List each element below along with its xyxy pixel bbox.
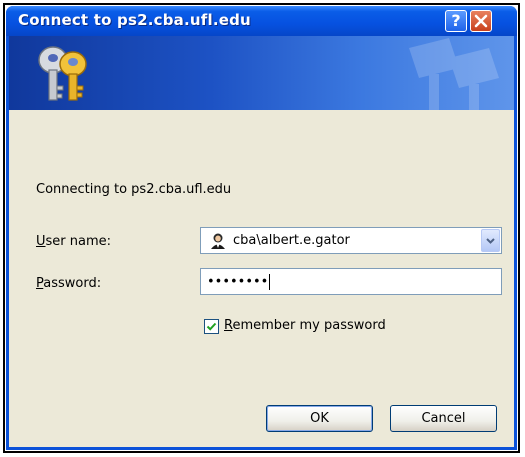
connecting-text: Connecting to ps2.cba.ufl.edu xyxy=(36,182,232,197)
keys-watermark-icon xyxy=(409,38,499,110)
user-icon xyxy=(211,233,225,249)
text-caret xyxy=(269,274,271,290)
dialog-form: Connecting to ps2.cba.ufl.edu User name:… xyxy=(9,110,514,447)
help-button[interactable]: ? xyxy=(445,10,467,32)
password-label-text: assword: xyxy=(43,276,102,291)
cancel-button[interactable]: Cancel xyxy=(390,405,497,432)
password-label: Password: xyxy=(36,276,101,291)
remember-password-label[interactable]: Remember my password xyxy=(224,318,386,333)
connect-dialog: Connect to ps2.cba.ufl.edu ? Connecting … xyxy=(6,6,517,450)
user-name-value: cba\albert.e.gator xyxy=(233,233,350,248)
dialog-client-area: Connecting to ps2.cba.ufl.edu User name:… xyxy=(9,36,514,447)
title-bar[interactable]: Connect to ps2.cba.ufl.edu ? xyxy=(6,6,517,36)
chevron-down-icon xyxy=(486,238,495,244)
window-title: Connect to ps2.cba.ufl.edu xyxy=(18,11,251,29)
help-icon: ? xyxy=(451,11,461,30)
user-name-label-accel: U xyxy=(36,234,46,249)
keys-icon xyxy=(38,46,87,101)
user-name-label: User name: xyxy=(36,234,111,249)
user-name-dropdown-button[interactable] xyxy=(481,229,500,252)
password-value: •••••••• xyxy=(207,274,271,290)
user-name-combobox[interactable]: cba\albert.e.gator xyxy=(200,227,502,254)
password-dots: •••••••• xyxy=(207,274,269,290)
check-icon xyxy=(206,322,217,331)
ok-button[interactable]: OK xyxy=(266,405,373,432)
close-icon xyxy=(474,14,488,28)
dialog-banner xyxy=(9,36,514,110)
remember-password-checkbox[interactable] xyxy=(204,319,219,334)
user-name-label-text: ser name: xyxy=(45,234,112,249)
password-field[interactable]: •••••••• xyxy=(200,268,502,295)
remember-label-text: emember my password xyxy=(232,318,386,333)
close-button[interactable] xyxy=(470,10,492,32)
